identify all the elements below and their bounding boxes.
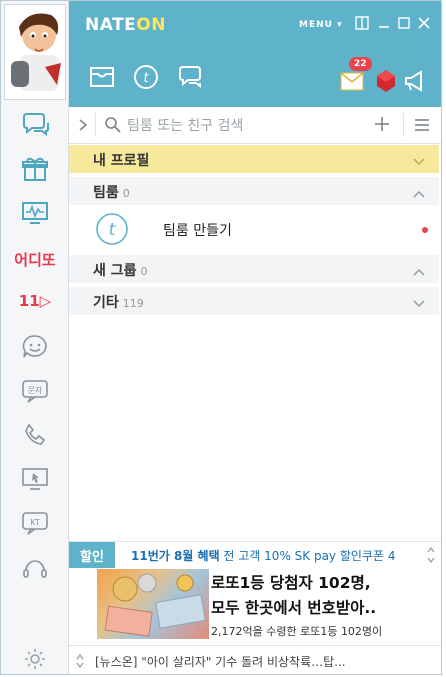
svg-text:문자: 문자	[28, 386, 43, 395]
group-my-profile[interactable]: 내 프로필	[69, 145, 439, 173]
promo-rest-text: 전 고객 10% SK pay 할인쿠폰 4	[219, 549, 396, 563]
notification-mail-icon[interactable]	[337, 67, 367, 95]
group-etc[interactable]: 기타 119	[69, 287, 439, 315]
chat-bubbles-icon[interactable]	[17, 109, 53, 141]
megaphone-icon[interactable]	[401, 67, 431, 95]
avatar[interactable]	[4, 4, 66, 100]
teamroom-icon[interactable]: t	[131, 63, 161, 91]
group-teamroom[interactable]: 팀룸 0	[69, 177, 439, 205]
minimize-icon[interactable]	[375, 14, 393, 32]
app-logo: NATEON	[85, 15, 166, 35]
teamroom-t-icon: t	[95, 212, 129, 246]
remote-desktop-icon[interactable]	[17, 463, 53, 495]
ticker-arrows-icon[interactable]	[75, 652, 85, 670]
promo-bar[interactable]: 할인 11번가 8월 혜택 전 고객 10% SK pay 할인쿠폰 4	[69, 541, 441, 568]
app-header: NATEON MENU ▾ t 22	[69, 1, 441, 107]
create-teamroom-label: 팀룸 만들기	[163, 223, 232, 239]
promo-scroll-arrows-icon[interactable]	[425, 544, 437, 566]
maximize-icon[interactable]	[395, 14, 413, 32]
group-title-text: 기타	[93, 295, 119, 311]
sms-icon[interactable]: 문자	[17, 375, 53, 407]
search-icon	[104, 116, 122, 134]
new-indicator-dot	[422, 227, 428, 233]
monitor-pulse-icon[interactable]	[17, 197, 53, 229]
logo-nate: NATE	[85, 15, 137, 35]
chevron-up-icon	[413, 263, 425, 276]
chevron-down-icon	[413, 295, 425, 307]
divider	[95, 113, 96, 137]
layout-toggle-icon[interactable]	[353, 14, 371, 32]
promo-text: 11번가 8월 혜택 전 고객 10% SK pay 할인쿠폰 4	[131, 547, 413, 564]
settings-gear-icon[interactable]	[23, 647, 47, 671]
chevron-down-icon	[413, 153, 425, 165]
left-rail: 어디또 11▷ 문자 KT	[1, 1, 69, 674]
gift-icon[interactable]	[17, 153, 53, 185]
create-teamroom-item[interactable]: t 팀룸 만들기	[69, 209, 439, 251]
gem-icon[interactable]	[371, 67, 401, 95]
expand-chevron-icon[interactable]	[77, 116, 89, 134]
ad-image	[97, 569, 209, 639]
nateon-window: 어디또 11▷ 문자 KT NATEON MENU ▾ t 22 팀룸 또는 친…	[0, 0, 442, 675]
notification-badge: 22	[349, 57, 372, 71]
news-text: [뉴스온] "아이 살리자" 기수 돌려 비상착륙…탑...	[95, 655, 346, 669]
kt-icon[interactable]: KT	[17, 507, 53, 539]
shop-label: 11▷	[18, 292, 52, 310]
phone-icon[interactable]	[17, 419, 53, 451]
group-count: 0	[140, 265, 148, 278]
promo-tag: 할인	[69, 542, 115, 568]
group-count: 0	[122, 187, 130, 200]
mailbox-icon[interactable]	[87, 63, 117, 91]
headset-icon[interactable]	[17, 553, 53, 585]
svg-text:KT: KT	[30, 518, 40, 527]
group-title-text: 팀룸	[93, 185, 119, 201]
ad-headline-1: 로또1등 당첨자 102명,	[211, 574, 371, 592]
chat-bubble-icon[interactable]	[175, 63, 205, 91]
rail-shop-button[interactable]: 11▷	[17, 285, 53, 317]
promo-bold-text: 11번가 8월 혜택	[131, 549, 220, 563]
add-icon[interactable]	[373, 115, 391, 133]
divider	[403, 113, 404, 137]
ad-headline-2: 모두 한곳에서 번호받아..	[211, 599, 377, 617]
news-ticker[interactable]: [뉴스온] "아이 살리자" 기수 돌려 비상착륙…탑...	[69, 645, 441, 674]
group-new[interactable]: 새 그룹 0	[69, 255, 439, 283]
ad-subtext: 2,172억을 수령한 로또1등 102명이	[211, 625, 383, 638]
ad-banner[interactable]: 로또1등 당첨자 102명, 모두 한곳에서 번호받아.. 2,172억을 수령…	[97, 567, 441, 641]
menu-button[interactable]: MENU ▾	[299, 20, 343, 30]
hamburger-menu-icon[interactable]	[413, 116, 431, 134]
search-bar	[69, 107, 441, 144]
group-title: 팀룸 0	[93, 182, 130, 202]
logo-on: ON	[136, 15, 166, 35]
group-title-text: 새 그룹	[93, 263, 137, 279]
group-title: 내 프로필	[93, 153, 150, 169]
rail-place-button[interactable]: 어디또	[10, 243, 60, 275]
svg-text:t: t	[143, 71, 149, 86]
chevron-up-icon	[413, 185, 425, 198]
search-input[interactable]	[125, 114, 359, 138]
group-count: 119	[122, 297, 144, 310]
group-title: 기타 119	[93, 292, 144, 312]
group-title: 새 그룹 0	[93, 260, 148, 280]
smiley-icon[interactable]	[17, 331, 53, 363]
place-label: 어디또	[14, 250, 56, 269]
close-icon[interactable]	[415, 14, 433, 32]
